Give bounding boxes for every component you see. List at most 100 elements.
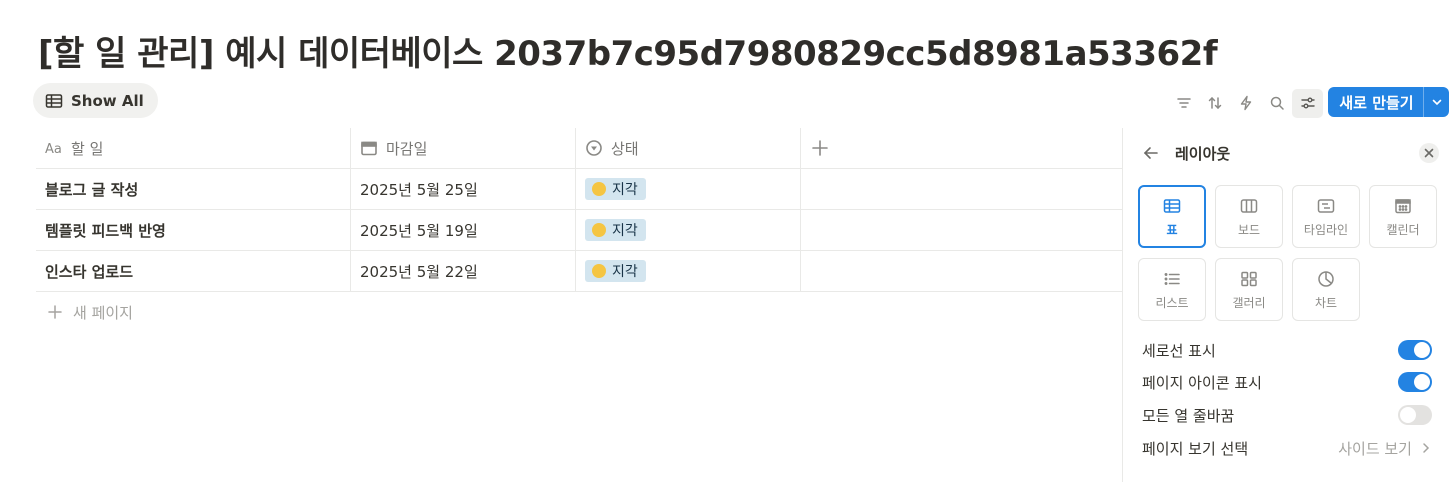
task-cell[interactable]: 인스타 업로드 [36,251,351,291]
table-row[interactable]: 인스타 업로드 2025년 5월 22일 지각 [36,251,1122,292]
column-header-due[interactable]: 마감일 [351,128,576,168]
column-header-task[interactable]: Aa 할 일 [36,128,351,168]
new-button-label: 새로 만들기 [1339,93,1414,112]
status-icon [586,140,602,156]
chevron-right-icon [1423,443,1430,453]
due-cell[interactable]: 2025년 5월 25일 [351,169,576,209]
page-title: [할 일 관리] 예시 데이터베이스 2037b7c95d7980829cc5d… [38,34,1218,74]
column-header-status[interactable]: 상태 [576,128,801,168]
option-label: 모든 열 줄바꿈 [1142,406,1235,425]
page-view-value-label: 사이드 보기 [1338,439,1412,458]
table-row[interactable]: 블로그 글 작성 2025년 5월 25일 지각 [36,169,1122,210]
option-page-view[interactable]: 페이지 보기 선택 사이드 보기 [1142,437,1432,459]
page-view-value[interactable]: 사이드 보기 [1338,438,1432,459]
status-dot-icon [592,223,606,237]
sort-icon [1208,96,1221,110]
status-badge: 지각 [585,178,646,200]
option-label: 페이지 아이콘 표시 [1142,373,1262,392]
status-cell[interactable]: 지각 [576,251,801,291]
empty-cell [801,210,1122,250]
status-dot-icon [592,182,606,196]
layout-option-gallery[interactable]: 갤러리 [1215,258,1283,321]
close-icon [1424,148,1434,158]
timeline-icon [1317,198,1335,213]
layout-label: 캘린더 [1386,222,1420,237]
plus-icon [48,305,62,319]
view-tab-show-all[interactable]: Show All [33,83,158,118]
svg-text:Aa: Aa [45,142,62,157]
column-label: 할 일 [71,139,104,158]
empty-cell [801,251,1122,291]
status-badge: 지각 [585,219,646,241]
layout-panel: 레이아웃 표 보드 타임라인 캘린더 리스트 갤러리 차트 세로선 표시 페이지… [1122,128,1455,482]
chart-icon [1318,270,1334,287]
layout-option-board[interactable]: 보드 [1215,185,1283,248]
database-table: Aa 할 일 마감일 상태 블로그 글 작성 2025년 5월 25일 지각 템… [36,128,1122,332]
filter-button[interactable] [1168,89,1199,118]
column-label: 상태 [611,139,639,158]
due-cell[interactable]: 2025년 5월 19일 [351,210,576,250]
view-tab-label: Show All [71,91,144,110]
column-label: 마감일 [386,139,428,158]
close-button[interactable] [1419,143,1439,163]
board-icon [1240,198,1258,213]
status-cell[interactable]: 지각 [576,210,801,250]
task-cell[interactable]: 블로그 글 작성 [36,169,351,209]
task-cell[interactable]: 템플릿 피드백 반영 [36,210,351,250]
back-arrow-icon[interactable] [1141,143,1161,163]
option-label: 세로선 표시 [1142,341,1216,360]
status-label: 지각 [612,223,638,239]
gallery-icon [1241,271,1257,286]
layout-option-timeline[interactable]: 타임라인 [1292,185,1360,248]
automation-button[interactable] [1230,89,1261,118]
view-settings-button[interactable] [1292,88,1323,118]
panel-title: 레이아웃 [1175,144,1231,163]
layout-label: 보드 [1237,222,1261,237]
layout-option-chart[interactable]: 차트 [1292,258,1360,321]
layout-label: 표 [1166,222,1178,237]
option-page-icon: 페이지 아이콘 표시 [1142,371,1432,393]
due-cell[interactable]: 2025년 5월 22일 [351,251,576,291]
panel-header: 레이아웃 [1141,142,1441,164]
new-button[interactable]: 새로 만들기 [1328,87,1449,117]
text-aa-icon: Aa [45,142,62,157]
list-icon [1164,272,1180,285]
new-button-dropdown[interactable] [1423,87,1449,117]
layout-option-calendar[interactable]: 캘린더 [1369,185,1437,248]
sort-button[interactable] [1199,89,1230,118]
lightning-icon [1240,95,1251,111]
new-page-label: 새 페이지 [73,303,133,322]
status-badge: 지각 [585,260,646,282]
status-dot-icon [592,264,606,278]
chevron-down-icon [1432,99,1441,106]
database-toolbar [1168,88,1323,118]
new-page-button[interactable]: 새 페이지 [36,292,1122,332]
status-cell[interactable]: 지각 [576,169,801,209]
page-icon-toggle[interactable] [1398,372,1432,392]
layout-option-list[interactable]: 리스트 [1138,258,1206,321]
filter-icon [1176,98,1191,108]
option-wrap-columns: 모든 열 줄바꿈 [1142,404,1432,426]
layout-label: 타임라인 [1303,222,1349,237]
status-label: 지각 [612,264,638,280]
search-button[interactable] [1261,89,1292,118]
table-icon [1163,198,1181,213]
option-label: 페이지 보기 선택 [1142,439,1249,458]
layout-label: 차트 [1314,295,1338,310]
calendar-icon [1395,198,1411,213]
option-vertical-lines: 세로선 표시 [1142,339,1432,361]
layout-label: 갤러리 [1232,295,1266,310]
table-header: Aa 할 일 마감일 상태 [36,128,1122,169]
vertical-lines-toggle[interactable] [1398,340,1432,360]
status-label: 지각 [612,182,638,198]
table-icon [45,93,63,108]
layout-label: 리스트 [1155,295,1189,310]
plus-icon [812,140,828,156]
table-row[interactable]: 템플릿 피드백 반영 2025년 5월 19일 지각 [36,210,1122,251]
layout-option-table[interactable]: 표 [1138,185,1206,248]
settings-sliders-icon [1300,97,1315,109]
search-icon [1270,96,1284,110]
add-column-button[interactable] [801,128,1122,168]
wrap-columns-toggle[interactable] [1398,405,1432,425]
calendar-icon [361,141,377,156]
